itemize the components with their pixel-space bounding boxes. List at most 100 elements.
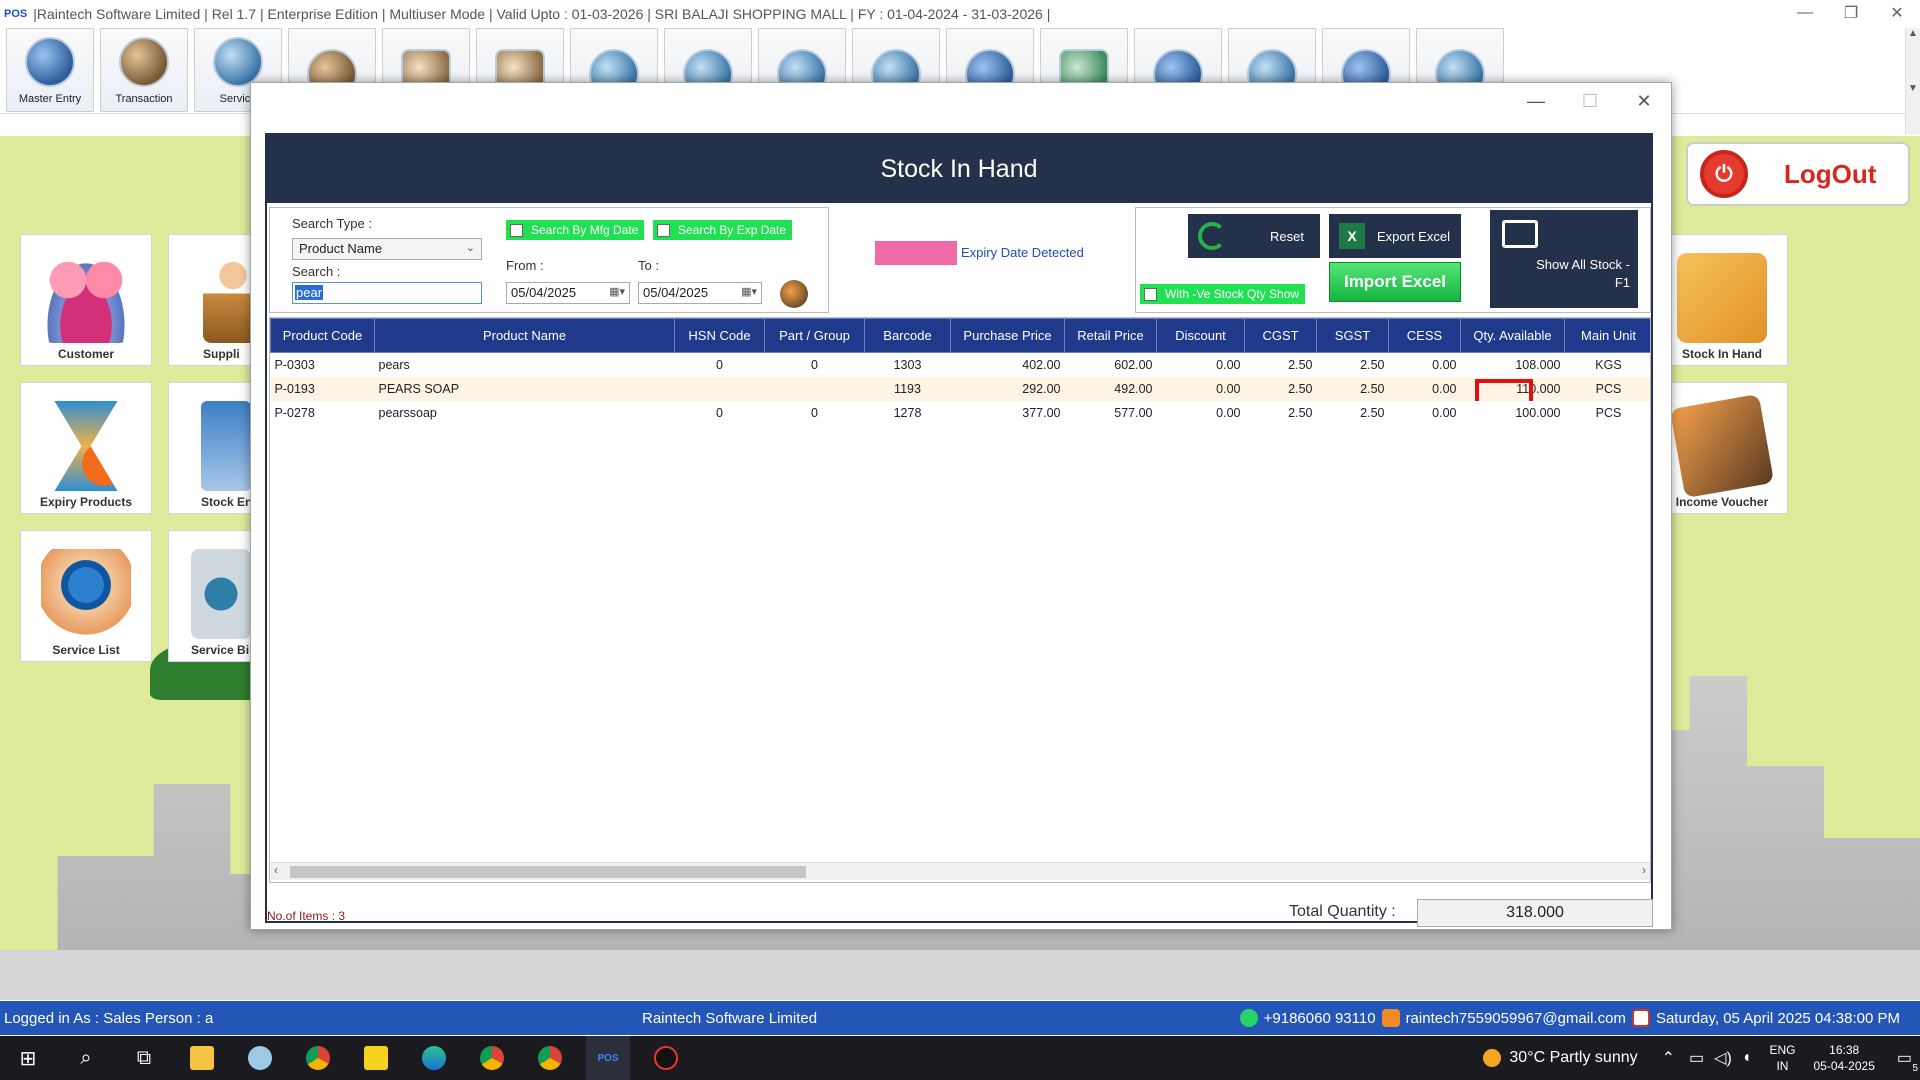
transaction-label: Transaction — [115, 93, 173, 105]
search-input[interactable]: pear — [292, 282, 482, 304]
service-list-card[interactable]: Service List — [20, 530, 152, 662]
column-header[interactable]: CGST — [1244, 318, 1317, 353]
minimize-button[interactable]: — — [1782, 0, 1828, 26]
system-tray: 30°C Partly sunny ⌃ ▭ ◁) ◖ ENG IN 16:38 … — [1483, 1036, 1918, 1080]
column-header[interactable]: Purchase Price — [950, 318, 1065, 353]
income-voucher-icon — [1669, 393, 1775, 499]
box-icon — [1502, 220, 1538, 248]
dialog-maximize-button[interactable]: ☐ — [1563, 83, 1617, 119]
negative-stock-checkbox[interactable]: With -Ve Stock Qty Show — [1140, 284, 1306, 304]
stock-table: Product Code Product Name HSN Code Part … — [269, 317, 1651, 883]
expiry-products-card[interactable]: Expiry Products — [20, 382, 152, 514]
scrollbar-thumb[interactable] — [290, 866, 806, 878]
to-date-value: 05/04/2025 — [643, 285, 709, 300]
transaction-button[interactable]: Transaction — [100, 28, 188, 112]
task-view-icon[interactable]: ⧉ — [122, 1036, 166, 1080]
app-logo: POS — [4, 8, 28, 20]
dialog-close-button[interactable]: ✕ — [1617, 83, 1671, 119]
table-row[interactable]: P-0193 PEARS SOAP 1193 292.00 492.00 0.0… — [270, 376, 1650, 401]
tray-chevron-icon[interactable]: ⌃ — [1662, 1048, 1675, 1068]
notification-icon[interactable]: ▭ 5 — [1897, 1048, 1918, 1074]
supplier-card[interactable]: Suppli — [168, 234, 263, 366]
column-header[interactable]: Product Code — [270, 318, 375, 353]
table-row[interactable]: P-0278 pearssoap 0 0 1278 377.00 577.00 … — [271, 401, 1651, 425]
column-header[interactable]: HSN Code — [674, 318, 765, 353]
search-by-mfg-checkbox[interactable]: Search By Mfg Date — [506, 220, 645, 240]
chrome-icon[interactable] — [296, 1036, 340, 1080]
negative-stock-label: With -Ve Stock Qty Show — [1165, 287, 1300, 301]
file-explorer-icon[interactable] — [180, 1036, 224, 1080]
stock-entry-card[interactable]: Stock En — [168, 382, 258, 514]
scroll-right-icon[interactable]: › — [1642, 863, 1646, 877]
column-header[interactable]: Product Name — [374, 318, 675, 353]
total-quantity-value: 318.000 — [1417, 899, 1653, 927]
service-icon — [213, 37, 263, 87]
cell-product-code: P-0303 — [274, 357, 315, 372]
column-header[interactable]: CESS — [1388, 318, 1461, 353]
cell-cess: 0.00 — [1388, 376, 1461, 401]
cell-cess: 0.00 — [1432, 405, 1457, 420]
lang-region: IN — [1776, 1059, 1789, 1073]
toolbar-scrollbar[interactable]: ▲ ▼ — [1905, 28, 1920, 134]
language-indicator[interactable]: ENG IN — [1769, 1042, 1795, 1074]
column-header[interactable]: Part / Group — [764, 318, 865, 353]
dialog-minimize-button[interactable]: — — [1509, 83, 1563, 119]
import-excel-button[interactable]: Import Excel — [1329, 262, 1461, 302]
cell-retail-price: 492.00 — [1064, 376, 1157, 401]
status-datetime: Saturday, 05 April 2025 04:38:00 PM — [1655, 1009, 1900, 1027]
to-date-picker[interactable]: 05/04/2025 ▦▾ — [638, 282, 762, 304]
volume-icon[interactable]: ◁) — [1714, 1048, 1732, 1068]
cell-hsn-code: 0 — [716, 405, 723, 420]
actions-panel: Reset X Export Excel Show All Stock - F1… — [1135, 207, 1651, 313]
status-phone: +9186060 93110 — [1263, 1009, 1376, 1027]
edge-icon[interactable] — [412, 1036, 456, 1080]
show-all-stock-label: Show All Stock - F1 — [1536, 257, 1630, 290]
windows-start-icon[interactable]: ⊞ — [6, 1036, 50, 1080]
cell-main-unit: PCS — [1564, 376, 1650, 401]
export-excel-button[interactable]: X Export Excel — [1329, 214, 1461, 258]
search-type-select[interactable]: Product Name ⌄ — [292, 238, 482, 260]
cell-product-code: P-0278 — [274, 405, 315, 420]
logout-button[interactable]: ⏻ LogOut — [1686, 142, 1910, 206]
stock-in-hand-card[interactable]: Stock In Hand — [1656, 234, 1788, 366]
clock[interactable]: 16:38 05-04-2025 — [1813, 1042, 1874, 1074]
close-button[interactable]: ✕ — [1874, 0, 1920, 26]
reset-button[interactable]: Reset — [1188, 214, 1320, 258]
dialog-window-controls: — ☐ ✕ — [1509, 83, 1671, 119]
table-horizontal-scrollbar[interactable]: ‹ › — [270, 862, 1650, 880]
column-header[interactable]: Barcode — [864, 318, 951, 353]
chevron-down-icon: ⌄ — [465, 242, 475, 254]
column-header[interactable]: Qty. Available — [1460, 318, 1565, 353]
master-entry-icon — [25, 37, 75, 87]
column-header[interactable]: SGST — [1316, 318, 1389, 353]
master-entry-button[interactable]: Master Entry — [6, 28, 94, 112]
service-bill-card[interactable]: Service Bi — [168, 530, 258, 662]
table-row[interactable]: P-0303 pears 0 0 1303 402.00 602.00 0.00… — [271, 353, 1651, 377]
cell-cgst: 2.50 — [1288, 405, 1313, 420]
search-icon[interactable]: ⌕ — [64, 1036, 108, 1080]
pos-app-icon[interactable]: POS — [586, 1036, 630, 1080]
restore-button[interactable]: ❐ — [1828, 0, 1874, 26]
lang-primary: ENG — [1769, 1043, 1796, 1057]
app-icon[interactable] — [238, 1036, 282, 1080]
column-header[interactable]: Main Unit — [1564, 318, 1650, 353]
network-icon[interactable]: ▭ — [1689, 1048, 1704, 1068]
column-header[interactable]: Retail Price — [1064, 318, 1157, 353]
column-header[interactable]: Discount — [1156, 318, 1245, 353]
income-voucher-card[interactable]: Income Voucher — [1656, 382, 1788, 514]
recorder-icon[interactable] — [644, 1036, 688, 1080]
microphone-icon[interactable]: ◖ — [1742, 1049, 1752, 1067]
from-date-picker[interactable]: 05/04/2025 ▦▾ — [506, 282, 630, 304]
cell-discount: 0.00 — [1216, 405, 1241, 420]
app-title-text: |Raintech Software Limited | Rel 1.7 | E… — [33, 6, 1051, 22]
scroll-left-icon[interactable]: ‹ — [274, 863, 278, 877]
customer-card[interactable]: Customer — [20, 234, 152, 366]
chrome-profile-icon[interactable] — [470, 1036, 514, 1080]
mail-icon — [1381, 1009, 1400, 1027]
show-all-stock-button[interactable]: Show All Stock - F1 — [1490, 210, 1638, 308]
sticky-notes-icon[interactable] — [354, 1036, 398, 1080]
search-go-button[interactable] — [780, 280, 808, 308]
search-by-exp-checkbox[interactable]: Search By Exp Date — [653, 220, 793, 240]
weather-text[interactable]: 30°C Partly sunny — [1509, 1049, 1637, 1067]
chrome-profile-2-icon[interactable] — [528, 1036, 572, 1080]
